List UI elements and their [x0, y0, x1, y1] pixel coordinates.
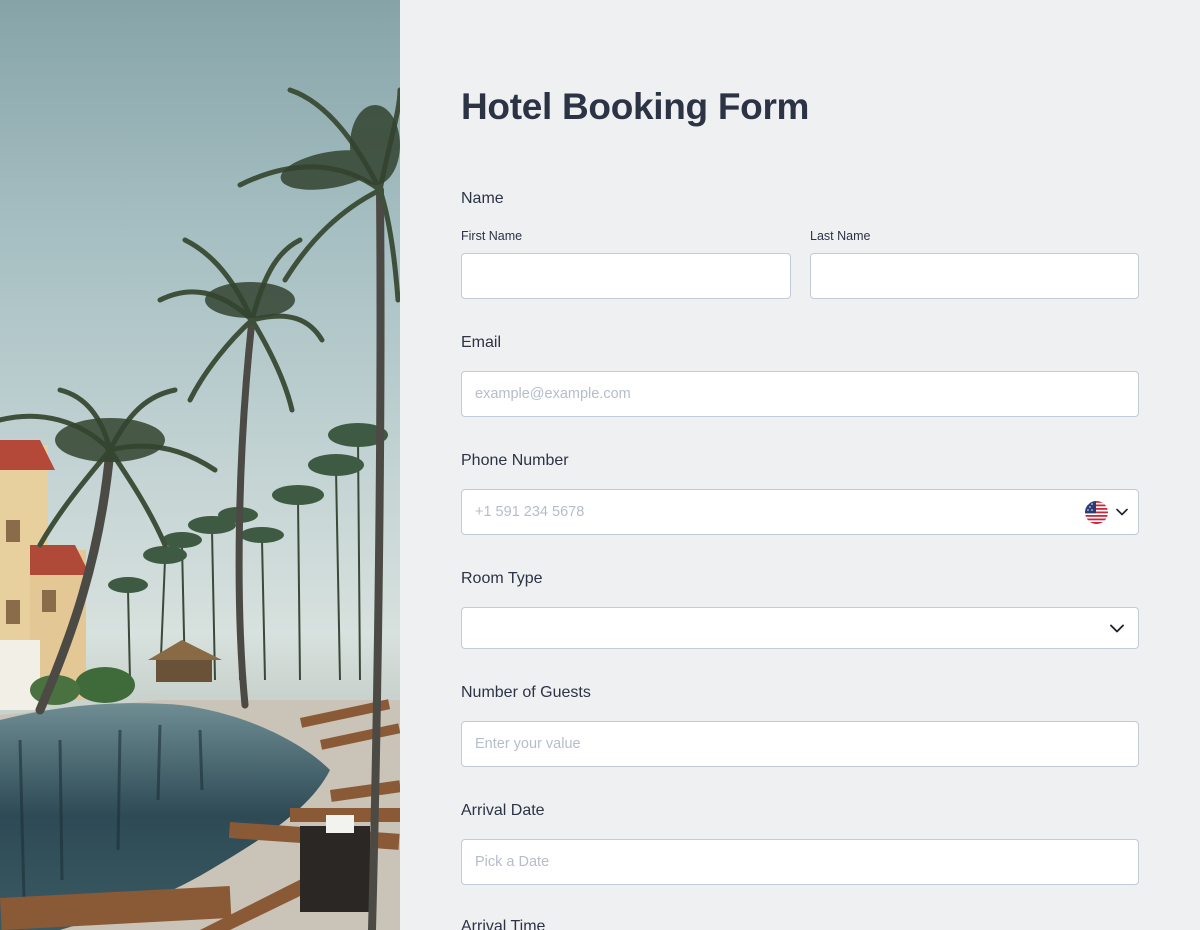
phone-input[interactable]: +1 591 234 5678 [461, 489, 1139, 535]
chevron-down-icon[interactable] [1110, 624, 1124, 633]
email-label: Email [461, 334, 502, 351]
phone-placeholder: +1 591 234 5678 [475, 504, 585, 520]
first-name-label: First Name [461, 229, 523, 243]
guests-placeholder: Enter your value [475, 736, 581, 752]
us-flag-icon[interactable] [1085, 501, 1108, 524]
hero-image [0, 0, 400, 930]
resort-illustration [0, 87, 400, 930]
arrival-time-label: Arrival Time [461, 918, 546, 930]
form-title: Hotel Booking Form [461, 86, 810, 127]
arrival-date-placeholder: Pick a Date [475, 854, 550, 870]
chevron-down-icon[interactable] [1116, 508, 1128, 516]
phone-label: Phone Number [461, 452, 569, 469]
room-type-label: Room Type [461, 570, 543, 587]
email-input[interactable]: example@example.com [461, 371, 1139, 417]
guests-input[interactable]: Enter your value [461, 721, 1139, 767]
last-name-input[interactable] [810, 253, 1139, 299]
arrival-date-label: Arrival Date [461, 802, 545, 819]
email-placeholder: example@example.com [475, 386, 631, 402]
room-type-select[interactable] [461, 607, 1139, 649]
arrival-date-input[interactable]: Pick a Date [461, 839, 1139, 885]
last-name-label: Last Name [810, 229, 871, 243]
guests-label: Number of Guests [461, 684, 591, 701]
name-label: Name [461, 190, 504, 207]
first-name-input[interactable] [461, 253, 791, 299]
